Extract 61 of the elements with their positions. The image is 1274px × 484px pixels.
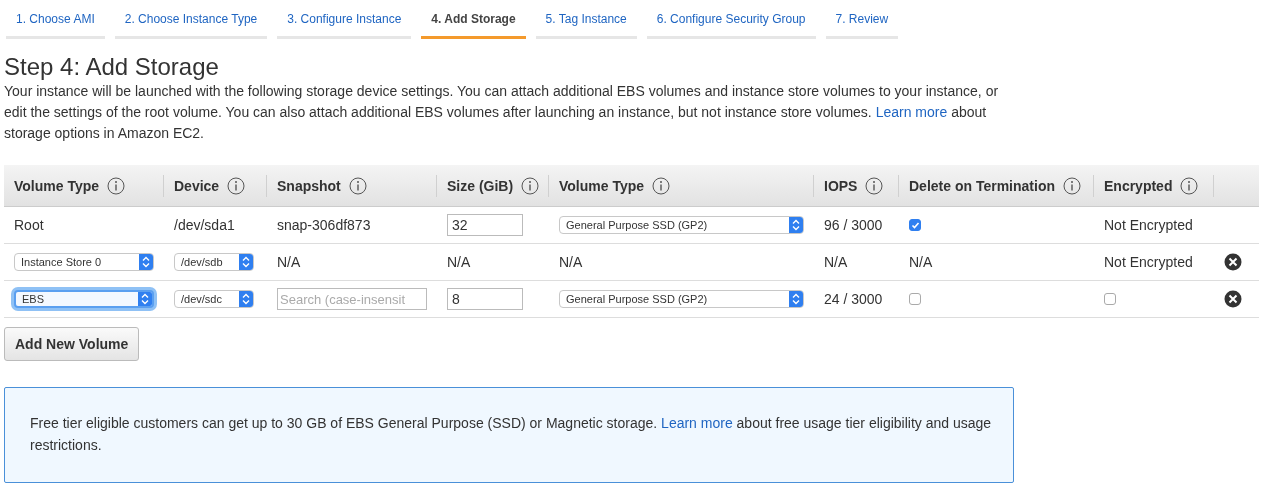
column-header: Volume Type (559, 177, 645, 194)
wizard-step-tab[interactable]: 1. Choose AMI (6, 6, 105, 39)
input-field[interactable]: 8 (447, 288, 523, 310)
chevron-icon (789, 291, 803, 307)
table-cell: Not Encrypted (1104, 217, 1193, 233)
chevron-icon (139, 254, 153, 270)
page-title: Step 4: Add Storage (4, 53, 220, 81)
column-header: Encrypted (1104, 177, 1173, 194)
wizard-step-tab[interactable]: 7. Review (825, 6, 899, 39)
info-icon[interactable] (521, 176, 540, 195)
column-header: Snapshot (277, 177, 341, 194)
column-header: Device (174, 177, 220, 194)
notice-message: Free tier eligible customers can get up to 30 GB of EBS General Purpose (SSD) or Magnetic storage. Learn more about free usage tier eligibility and usage restrictions. (4, 387, 1014, 483)
info-icon[interactable] (348, 176, 367, 195)
wizard-step-tab[interactable]: 3. Configure Instance (277, 6, 412, 39)
chevron-icon (239, 291, 253, 307)
dropdown[interactable]: EBS (14, 290, 154, 308)
dropdown[interactable]: General Purpose SSD (GP2) (559, 290, 804, 308)
column-header: Volume Type (14, 177, 100, 194)
learn-more-link[interactable]: Learn more (661, 415, 733, 431)
info-icon[interactable] (107, 176, 126, 195)
info-icon[interactable] (227, 176, 246, 195)
info-icon[interactable] (865, 176, 884, 195)
info-icon[interactable] (1180, 176, 1199, 195)
dropdown[interactable]: Instance Store 0 (14, 253, 154, 271)
column-header: Size (GiB) (447, 177, 514, 194)
dropdown[interactable]: /dev/sdb (174, 253, 254, 271)
wizard-step-tab[interactable]: 5. Tag Instance (535, 6, 637, 39)
info-icon[interactable] (1063, 176, 1081, 195)
remove-icon[interactable] (1224, 253, 1242, 271)
table-cell: N/A (909, 254, 933, 270)
chevron-icon (789, 217, 803, 233)
checkbox[interactable] (909, 219, 921, 231)
column-header: Delete on Termination (909, 177, 1055, 194)
remove-icon[interactable] (1224, 290, 1242, 308)
input-field[interactable]: Search (case-insensit (277, 288, 427, 310)
table-cell: 24 / 3000 (824, 291, 883, 307)
table-cell: Root (14, 217, 44, 233)
intro-paragraph: Your instance will be launched with the following storage device settings. You can attach additional EBS volumes and instance store volumes to your instance, or edit the settings of the root volume. You can also attach additional EBS volumes after launching an instance, but not instance store volumes. Learn more about storage options in Amazon EC2. (4, 82, 1000, 143)
info-icon[interactable] (652, 176, 671, 195)
add-volume-button[interactable]: Add New Volume (4, 327, 140, 361)
chevron-icon (138, 292, 152, 306)
checkbox[interactable] (1104, 293, 1116, 305)
dropdown[interactable]: /dev/sdc (174, 290, 254, 308)
input-field[interactable]: 32 (447, 214, 523, 236)
wizard-step-tab[interactable]: 6. Configure Security Group (646, 6, 816, 39)
wizard-step-tab[interactable]: 4. Add Storage (421, 6, 526, 39)
wizard-step-tab[interactable]: 2. Choose Instance Type (114, 6, 268, 39)
dropdown[interactable]: General Purpose SSD (GP2) (559, 216, 804, 234)
chevron-icon (239, 254, 253, 270)
learn-more-link[interactable]: Learn more (875, 104, 948, 120)
column-header: IOPS (824, 177, 858, 194)
table-cell: N/A (824, 254, 848, 270)
table-cell: N/A (447, 254, 471, 270)
table-cell: 96 / 3000 (824, 217, 883, 233)
table-cell: N/A (277, 254, 301, 270)
table-cell: snap-306df873 (277, 217, 371, 233)
table-cell: Not Encrypted (1104, 254, 1193, 270)
table-cell: /dev/sda1 (174, 217, 235, 233)
table-cell: N/A (559, 254, 583, 270)
checkbox[interactable] (909, 293, 921, 305)
